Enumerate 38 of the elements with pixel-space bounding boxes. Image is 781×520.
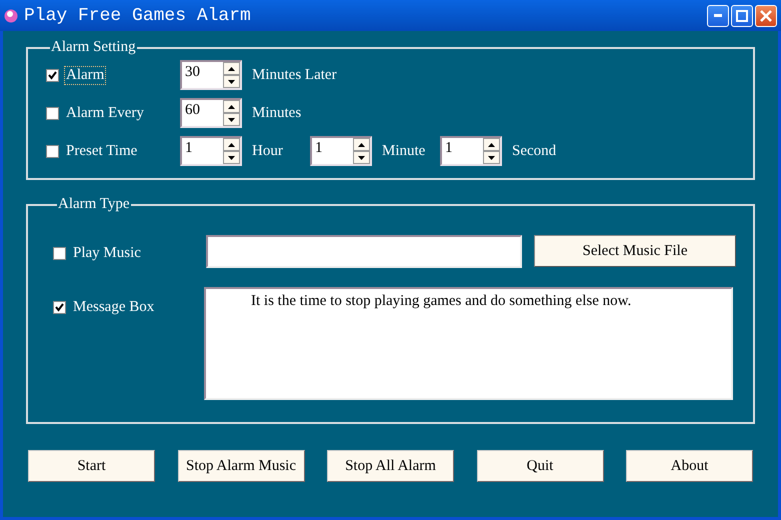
unit-label: Second [512,142,558,160]
select-music-file-button[interactable]: Select Music File [534,235,736,267]
checkbox-label[interactable]: Preset Time [64,142,140,160]
checkbox-label[interactable]: Message Box [71,298,156,317]
music-file-field[interactable] [206,235,522,268]
action-button[interactable]: Quit [476,450,604,482]
number-spinner[interactable]: 1 [310,136,372,166]
maximize-icon [736,10,748,22]
checkbox-label[interactable]: Alarm Every [64,104,146,122]
action-button[interactable]: Stop All Alarm [327,450,454,482]
number-spinner[interactable]: 1 [180,136,242,166]
close-icon [760,10,772,22]
group-title: Alarm Setting [50,39,137,56]
number-spinner[interactable]: 1 [440,136,502,166]
action-button[interactable]: Start [28,450,155,482]
window-title: Play Free Games Alarm [24,6,252,26]
checkbox-label[interactable]: Play Music [71,244,143,263]
checkbox[interactable] [53,247,66,260]
action-button[interactable]: About [626,450,753,482]
unit-label: Minutes Later [252,66,337,84]
unit-label: Minutes [252,104,302,122]
minimize-icon [714,14,722,17]
unit-label: Hour [252,142,284,160]
message-text-area[interactable]: It is the time to stop playing games and do something else now. [204,287,733,400]
checkbox-label[interactable]: Alarm [64,66,106,84]
group-title: Alarm Type [57,196,131,213]
maximize-button[interactable] [731,4,753,26]
action-button[interactable]: Stop Alarm Music [178,450,304,482]
app-icon [4,8,18,22]
checkbox[interactable] [53,301,66,314]
minimize-button[interactable] [707,4,729,26]
checkbox[interactable] [46,68,59,82]
unit-label: Minute [382,142,426,160]
number-spinner[interactable]: 30 [180,60,242,90]
checkbox[interactable] [46,144,59,158]
checkbox[interactable] [46,106,59,120]
number-spinner[interactable]: 60 [180,98,242,128]
close-button[interactable] [755,4,777,26]
